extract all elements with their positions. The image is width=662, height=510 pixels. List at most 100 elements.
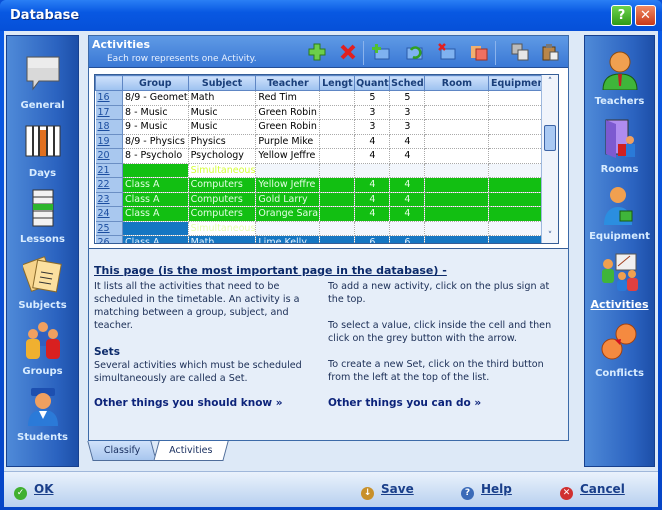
cell-sched[interactable]: 3	[389, 105, 426, 120]
cell-teacher[interactable]	[255, 221, 321, 236]
tab-classify[interactable]: Classify	[87, 441, 157, 461]
sidebar-item-general[interactable]: General	[7, 54, 78, 111]
table-row[interactable]: 17 8 - Music Music Green Robin 3 3	[95, 105, 552, 120]
table-row[interactable]: 20 8 - Psycholo Psychology Yellow Jeffre 4 4	[95, 148, 552, 164]
cell-subject[interactable]: Music	[188, 119, 257, 135]
cell-sched[interactable]: 4	[389, 134, 426, 149]
cell-sched[interactable]: 3	[389, 119, 426, 135]
column-header[interactable]: Group	[122, 75, 189, 91]
cell-subject[interactable]: Math	[188, 90, 257, 106]
title-bar[interactable]: Database ? ✕	[0, 0, 662, 31]
cell-teacher[interactable]: Purple Mike	[255, 134, 321, 149]
sidebar-item-teachers[interactable]: Teachers	[585, 50, 654, 107]
cell-group[interactable]: 8 - Psycholo	[122, 148, 189, 164]
help-button[interactable]: ? Help	[461, 482, 512, 500]
cell-room[interactable]	[424, 105, 490, 120]
save-button[interactable]: ↓ Save	[361, 482, 414, 500]
cell-sched[interactable]: 6	[389, 235, 426, 243]
delete-activity-button[interactable]	[339, 43, 357, 61]
cell-subject[interactable]: Simultaneous	[188, 163, 257, 178]
row-number[interactable]: 16	[95, 90, 123, 106]
column-header[interactable]: Teacher	[255, 75, 321, 91]
cell-subject[interactable]: Music	[188, 105, 257, 120]
cell-subject[interactable]: Simultaneous	[188, 221, 257, 236]
tab-activities[interactable]: Activities	[153, 441, 229, 461]
cell-room[interactable]	[424, 177, 490, 193]
cell-quant[interactable]: 3	[354, 105, 391, 120]
cell-group[interactable]: Class A	[122, 177, 189, 193]
cell-room[interactable]	[424, 119, 490, 135]
cell-teacher[interactable]: Green Robin	[255, 105, 321, 120]
column-header[interactable]: Room	[424, 75, 490, 91]
cell-subject[interactable]: Computers	[188, 177, 257, 193]
cell-group[interactable]: Class A	[122, 235, 189, 243]
cell-quant[interactable]: 4	[354, 192, 391, 207]
cell-teacher[interactable]: Lime Kelly	[255, 235, 321, 243]
cell-length[interactable]	[319, 105, 356, 120]
column-header[interactable]: Subject	[187, 75, 257, 91]
grid-vertical-scrollbar[interactable]: ˄ ˅	[541, 75, 558, 243]
table-row[interactable]: 22 Class A Computers Yellow Jeffre 4 4	[95, 177, 552, 193]
cell-room[interactable]	[424, 235, 490, 243]
table-row[interactable]: 18 9 - Music Music Green Robin 3 3	[95, 119, 552, 135]
cell-subject[interactable]: Psychology	[188, 148, 257, 164]
cell-teacher[interactable]: Red Tim	[255, 90, 321, 106]
cell-length[interactable]	[319, 177, 356, 193]
cell-sched[interactable]: 4	[389, 177, 426, 193]
folder-button[interactable]	[470, 43, 488, 61]
cell-subject[interactable]: Computers	[188, 206, 257, 222]
refresh-set-button[interactable]	[405, 43, 423, 61]
row-number[interactable]: 24	[95, 206, 123, 222]
cell-group[interactable]: Class A	[122, 192, 189, 207]
cell-teacher[interactable]: Yellow Jeffre	[255, 148, 321, 164]
row-number[interactable]: 19	[95, 134, 123, 149]
cell-length[interactable]	[319, 148, 356, 164]
other-things-know-link[interactable]: Other things you should know »	[94, 397, 283, 409]
cell-room[interactable]	[424, 206, 490, 222]
row-number[interactable]: 22	[95, 177, 123, 193]
cell-quant[interactable]: 6	[354, 235, 391, 243]
cell-quant[interactable]: 5	[354, 90, 391, 106]
row-number[interactable]: 21	[95, 163, 123, 178]
cell-length[interactable]	[319, 90, 356, 106]
sidebar-item-equipment[interactable]: Equipment	[585, 185, 654, 242]
cell-room[interactable]	[424, 134, 490, 149]
cell-group[interactable]: 8 - Music	[122, 105, 189, 120]
sidebar-item-days[interactable]: Days	[7, 122, 78, 179]
cell-length[interactable]	[319, 221, 356, 236]
sidebar-item-activities[interactable]: Activities	[585, 252, 654, 311]
cell-subject[interactable]: Computers	[188, 192, 257, 207]
close-button[interactable]: ✕	[635, 5, 656, 26]
cell-teacher[interactable]: Orange Sara	[255, 206, 321, 222]
row-number[interactable]: 25	[95, 221, 123, 236]
row-number[interactable]: 20	[95, 148, 123, 164]
cell-group[interactable]	[122, 163, 189, 178]
cell-quant[interactable]: 4	[354, 134, 391, 149]
row-number[interactable]: 26	[95, 235, 123, 243]
table-row[interactable]: 16 8/9 - Geomet Math Red Tim 5 5	[95, 90, 552, 106]
column-header[interactable]: Sched	[389, 75, 426, 91]
cell-group[interactable]: 8/9 - Physics	[122, 134, 189, 149]
cell-room[interactable]	[424, 163, 490, 178]
cell-quant[interactable]	[354, 221, 391, 236]
cell-teacher[interactable]: Gold Larry	[255, 192, 321, 207]
new-set-button[interactable]	[372, 43, 390, 61]
add-activity-button[interactable]	[308, 43, 326, 61]
cell-quant[interactable]: 4	[354, 206, 391, 222]
cell-length[interactable]	[319, 119, 356, 135]
table-row[interactable]: 21 Simultaneous	[95, 163, 552, 178]
cell-teacher[interactable]: Yellow Jeffre	[255, 177, 321, 193]
cell-sched[interactable]	[389, 163, 426, 178]
cell-quant[interactable]: 3	[354, 119, 391, 135]
cell-group[interactable]: Class A	[122, 206, 189, 222]
cancel-button[interactable]: ✕ Cancel	[560, 482, 625, 500]
cell-sched[interactable]: 5	[389, 90, 426, 106]
cell-length[interactable]	[319, 163, 356, 178]
cell-sched[interactable]: 4	[389, 206, 426, 222]
table-row[interactable]: 26 Class A Math Lime Kelly 6 6	[95, 235, 552, 243]
column-header[interactable]: Lengt	[319, 75, 356, 91]
cell-group[interactable]: 8/9 - Geomet	[122, 90, 189, 106]
sidebar-item-subjects[interactable]: Subjects	[7, 254, 78, 311]
other-things-do-link[interactable]: Other things you can do »	[328, 397, 481, 409]
column-header[interactable]: Quant	[354, 75, 391, 91]
